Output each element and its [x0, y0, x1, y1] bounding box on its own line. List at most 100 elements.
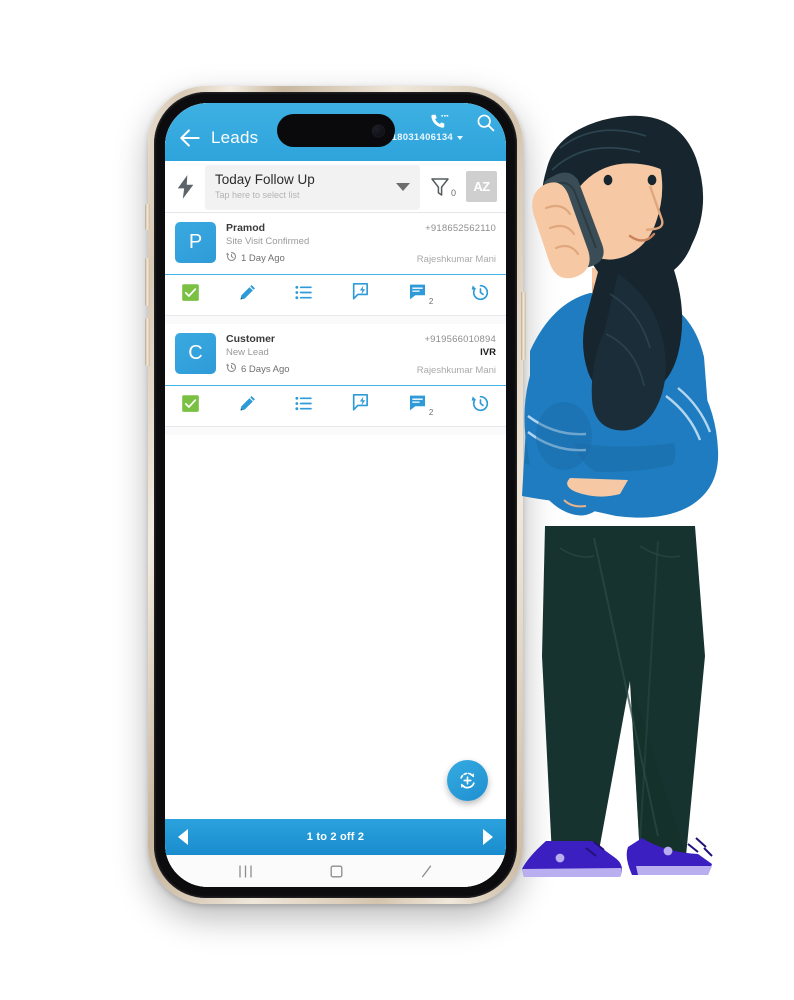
sort-az-icon: AZ — [473, 179, 490, 194]
android-navigation-bar — [165, 855, 506, 887]
lead-time-row: 1 Day Ago Rajeshkumar Mani — [226, 249, 496, 267]
phone-device-frame: Leads 918031406134 Today Follow Up Tap h… — [145, 86, 526, 904]
chevron-down-icon — [457, 135, 463, 140]
lead-list[interactable]: P Pramod +918652562110 Site Visit Confirmed… — [165, 213, 506, 819]
check-square-icon — [181, 283, 200, 307]
lead-action-list-bullets[interactable] — [294, 394, 313, 418]
phone-volume-up-button[interactable] — [145, 258, 150, 306]
lead-card[interactable]: P Pramod +918652562110 Site Visit Confirmed… — [165, 213, 506, 316]
shoe-right-sole — [636, 866, 712, 875]
lead-list-separator — [165, 427, 506, 435]
pencil-edit-icon — [238, 394, 257, 418]
lead-action-chat-message[interactable]: 2 — [408, 394, 433, 417]
lead-list-separator — [165, 316, 506, 324]
lead-action-flag-bolt[interactable] — [351, 393, 370, 418]
action-count-badge: 2 — [428, 297, 434, 306]
list-selector-dropdown[interactable]: Today Follow Up Tap here to select list — [205, 164, 420, 209]
arrow-left-icon[interactable] — [177, 125, 203, 151]
woman-on-phone-illustration — [522, 115, 719, 877]
pencil-edit-icon — [238, 283, 257, 307]
phone-volume-down-button[interactable] — [145, 318, 150, 366]
phone-screen: Leads 918031406134 Today Follow Up Tap h… — [165, 103, 506, 887]
sync-add-icon — [460, 772, 475, 789]
action-count-badge: 2 — [428, 408, 434, 417]
lead-action-history-clock[interactable] — [471, 394, 490, 418]
lead-name: Pramod — [226, 222, 266, 234]
history-clock-icon — [226, 360, 237, 378]
home-square-icon[interactable] — [329, 864, 344, 879]
flag-bolt-icon — [351, 393, 370, 418]
leads-app: Leads 918031406134 Today Follow Up Tap h… — [165, 103, 506, 887]
lightning-bolt-icon[interactable] — [175, 174, 197, 200]
lead-action-chat-message[interactable]: 2 — [408, 283, 433, 306]
chat-message-icon — [408, 283, 427, 306]
list-selector-hint: Tap here to select list — [215, 190, 300, 200]
sync-fab-button[interactable] — [447, 760, 488, 801]
back-slash-icon[interactable] — [419, 864, 434, 879]
list-bullets-icon — [294, 394, 313, 418]
lead-action-check-square[interactable] — [181, 394, 200, 418]
dynamic-island — [276, 114, 395, 147]
lead-action-bar: 2 — [165, 385, 506, 426]
lead-action-history-clock[interactable] — [471, 283, 490, 307]
lead-summary[interactable]: C Customer +919566010894 New Lead IVR 6 Days … — [165, 324, 506, 385]
pagination-label: 1 to 2 off 2 — [306, 831, 365, 843]
lead-action-bar: 2 — [165, 274, 506, 315]
lead-card[interactable]: C Customer +919566010894 New Lead IVR 6 Days … — [165, 324, 506, 427]
pagination-bar: 1 to 2 off 2 — [165, 819, 506, 855]
recents-icon[interactable] — [237, 864, 254, 879]
filter-button[interactable]: 0 — [428, 176, 458, 198]
lead-info: Pramod +918652562110 Site Visit Confirmed 1… — [226, 222, 496, 267]
list-selector-texts: Today Follow Up Tap here to select list — [215, 172, 315, 201]
history-clock-icon — [471, 283, 490, 307]
shoe-left-sole — [522, 868, 622, 877]
account-phone-number: 918031406134 — [385, 132, 453, 143]
front-camera-icon — [371, 124, 385, 137]
eye-right — [647, 174, 657, 186]
shoe-right-laces — [687, 837, 713, 857]
lead-time: 6 Days Ago — [241, 363, 290, 375]
lead-action-list-bullets[interactable] — [294, 283, 313, 307]
phone-bezel: Leads 918031406134 Today Follow Up Tap h… — [154, 92, 517, 898]
lead-name-row: Customer +919566010894 — [226, 333, 496, 345]
lead-owner: Rajeshkumar Mani — [416, 365, 496, 376]
lead-action-pencil-edit[interactable] — [238, 283, 257, 307]
lead-avatar: P — [175, 222, 216, 263]
phone-call-icon[interactable] — [428, 112, 449, 133]
shoe-right-eyelet — [663, 846, 673, 856]
funnel-filter-icon — [431, 177, 449, 196]
history-clock-icon — [471, 394, 490, 418]
account-phone-number-selector[interactable]: 918031406134 — [386, 132, 463, 143]
check-square-icon — [181, 394, 200, 418]
app-header-icon-row — [428, 111, 496, 133]
lead-summary[interactable]: P Pramod +918652562110 Site Visit Confirmed… — [165, 213, 506, 274]
screenshot-stage: Leads 918031406134 Today Follow Up Tap h… — [0, 0, 794, 1000]
triangle-left-icon[interactable] — [178, 829, 188, 845]
chat-message-icon — [408, 394, 427, 417]
flag-bolt-icon — [351, 282, 370, 307]
lead-action-check-square[interactable] — [181, 283, 200, 307]
lead-action-pencil-edit[interactable] — [238, 394, 257, 418]
filter-toolbar: Today Follow Up Tap here to select list … — [165, 161, 506, 213]
page-title: Leads — [211, 128, 259, 147]
eye-left — [603, 174, 613, 186]
lead-status-row: Site Visit Confirmed — [226, 236, 496, 247]
lead-avatar: C — [175, 333, 216, 374]
trousers — [542, 526, 705, 856]
lead-status-row: New Lead IVR — [226, 347, 496, 358]
history-clock-icon — [226, 249, 237, 267]
lead-phone-number: +919566010894 — [424, 334, 496, 345]
arm-left-shadow — [536, 402, 592, 470]
lead-time-wrap: 6 Days Ago — [226, 360, 290, 378]
lead-name: Customer — [226, 333, 276, 345]
chevron-down-icon — [395, 182, 410, 191]
phone-mute-switch[interactable] — [145, 204, 150, 230]
list-bullets-icon — [294, 283, 313, 307]
lead-action-flag-bolt[interactable] — [351, 282, 370, 307]
lead-info: Customer +919566010894 New Lead IVR 6 Days A… — [226, 333, 496, 378]
lead-time-row: 6 Days Ago Rajeshkumar Mani — [226, 360, 496, 378]
lead-time: 1 Day Ago — [241, 252, 285, 264]
lead-time-wrap: 1 Day Ago — [226, 249, 285, 267]
lead-owner: Rajeshkumar Mani — [416, 254, 496, 265]
shoe-left-eyelet — [555, 853, 565, 863]
